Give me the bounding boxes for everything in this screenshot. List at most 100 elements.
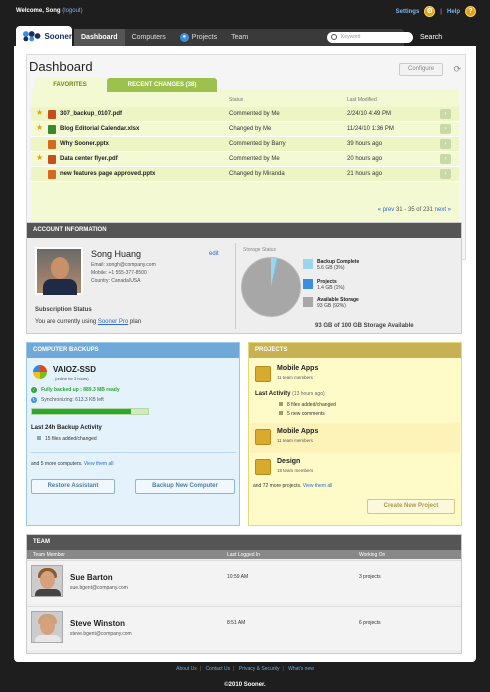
activity-item: 5 new comments <box>279 411 325 417</box>
project-members: 18 team members <box>277 468 314 473</box>
legend-available: Available Storage 93 GB (92%) <box>303 297 359 309</box>
copyright: ©2010 Sooner. <box>224 682 266 688</box>
welcome-label: Welcome, Song <box>16 8 61 14</box>
logo[interactable]: Sooner <box>16 26 72 46</box>
star-icon[interactable]: ★ <box>36 108 43 117</box>
legend-detail: 93 GB (92%) <box>317 303 346 309</box>
tab-projects-label: Projects <box>191 34 218 41</box>
nav-tabs: Dashboard Computers ● Projects Team Keywo… <box>74 29 442 46</box>
tab-team[interactable]: Team <box>224 29 255 46</box>
file-name[interactable]: Blog Editorial Calendar.xlsx <box>60 126 139 132</box>
logo-text: Sooner <box>44 31 72 41</box>
tab-recent-changes[interactable]: RECENT CHANGES (38) <box>107 78 217 92</box>
footer-separator: | <box>282 666 284 672</box>
search-input[interactable]: Keyword <box>327 32 413 43</box>
edit-link[interactable]: edit <box>209 251 219 257</box>
divider <box>235 243 236 329</box>
table-row[interactable]: Sue Barton sue.bgent@company.com 10:59 A… <box>27 560 461 604</box>
pdf-icon <box>48 110 56 119</box>
file-name[interactable]: Why Sooner.pptx <box>60 141 109 147</box>
footer-contact-link[interactable]: Contact Us <box>205 666 230 672</box>
member-name[interactable]: Steve Winston <box>70 619 125 628</box>
footer-whats-new-link[interactable]: What's new <box>288 666 314 672</box>
project-name[interactable]: Mobile Apps <box>277 428 318 435</box>
activity-item: 8 files added/changed <box>279 402 336 408</box>
settings-link[interactable]: Settings <box>396 9 420 15</box>
more-text: and 72 more projects. <box>253 483 302 489</box>
col-working: Working On <box>359 552 386 558</box>
pptx-icon <box>48 140 56 149</box>
main-nav: Sooner Dashboard Computers ● Projects Tea… <box>14 24 476 46</box>
project-name[interactable]: Design <box>277 458 300 465</box>
footer-separator: | <box>199 666 202 672</box>
arrow-icon[interactable]: › <box>440 154 451 164</box>
arrow-icon[interactable]: › <box>440 109 451 119</box>
computer-name[interactable]: VAIOZ-SSD <box>53 365 96 374</box>
file-date: 39 hours ago <box>347 141 383 147</box>
favorites-header: Status Last Modified <box>31 97 459 105</box>
file-name[interactable]: 307_backup_0107.pdf <box>60 111 122 117</box>
footer-about-link[interactable]: About Us <box>176 666 197 672</box>
avatar <box>31 565 63 597</box>
user-info: Email: songh@company.com Mobile: +1 555-… <box>91 261 156 285</box>
tab-favorites[interactable]: FAVORITES <box>35 78 105 92</box>
table-row[interactable]: ★ 307_backup_0107.pdf Commented by Me 2/… <box>31 107 459 122</box>
view-all-computers-link[interactable]: View them all <box>84 461 114 467</box>
member-name[interactable]: Sue Barton <box>70 573 113 582</box>
settings-icon[interactable]: ⚙ <box>424 6 436 17</box>
table-row[interactable]: Steve Winston steve.bgent@company.com 8:… <box>27 606 461 650</box>
arrow-icon[interactable]: › <box>440 139 451 149</box>
avatar <box>31 611 63 643</box>
pagination: « prev 31 - 35 of 231 next » <box>378 207 451 213</box>
star-icon[interactable]: ★ <box>36 123 43 132</box>
table-row[interactable]: Why Sooner.pptx Commented by Barry 39 ho… <box>31 137 459 152</box>
search-button[interactable]: Search <box>420 32 442 43</box>
create-project-button[interactable]: Create New Project <box>367 499 455 514</box>
arrow-icon[interactable]: › <box>440 169 451 179</box>
sync-icon: ↻ <box>31 397 37 403</box>
project-members: 11 team members <box>277 375 313 380</box>
view-all-projects-link[interactable]: View them all <box>303 483 333 489</box>
more-text: and 5 more computers. <box>31 461 83 467</box>
footer-separator: | <box>233 666 235 672</box>
file-name[interactable]: Data center flyer.pdf <box>60 156 118 162</box>
plan-link[interactable]: Sooner Pro <box>98 319 128 325</box>
pager-prev[interactable]: « prev <box>378 207 395 213</box>
file-date: 21 hours ago <box>347 171 383 177</box>
refresh-icon[interactable]: ⟳ <box>453 64 461 75</box>
computer-online: (online for 3 hours) <box>55 376 89 381</box>
file-name[interactable]: new features page approved.pptx <box>60 171 155 177</box>
help-icon[interactable]: ? <box>465 6 476 17</box>
member-working: 3 projects <box>359 574 381 580</box>
file-status: Commented by Me <box>229 111 280 117</box>
configure-button[interactable]: Configure <box>399 63 443 76</box>
table-row[interactable]: new features page approved.pptx Changed … <box>31 167 459 182</box>
project-activity-title: Last Activity (13 hours ago) <box>255 391 325 397</box>
tab-projects[interactable]: ● Projects <box>173 29 224 46</box>
table-row[interactable]: ★ Blog Editorial Calendar.xlsx Changed b… <box>31 122 459 137</box>
divider <box>31 452 236 453</box>
team-table-header: Team Member Last Logged In Working On <box>27 550 461 559</box>
project-name[interactable]: Mobile Apps <box>277 365 318 372</box>
activity-text: 15 files added/changed <box>45 436 97 442</box>
tab-dashboard[interactable]: Dashboard <box>74 29 125 46</box>
subscription-title: Subscription Status <box>35 307 92 313</box>
star-icon[interactable]: ★ <box>36 153 43 162</box>
pager-next[interactable]: next » <box>435 207 451 213</box>
team-heading: TEAM <box>27 535 461 550</box>
backup-new-computer-button[interactable]: Backup New Computer <box>135 479 235 494</box>
page-title: Dashboard <box>29 59 93 74</box>
help-link[interactable]: Help <box>447 9 460 15</box>
footer-privacy-link[interactable]: Privacy & Security <box>239 666 280 672</box>
tab-computers[interactable]: Computers <box>125 29 173 46</box>
file-status: Changed by Me <box>229 126 272 132</box>
check-icon: ✓ <box>31 387 37 393</box>
backup-status: Fully backed up : 889.3 MB ready <box>41 387 120 393</box>
legend-projects: Projects 1.4 GB (1%) <box>303 279 345 291</box>
restore-assistant-button[interactable]: Restore Assistant <box>31 479 115 494</box>
arrow-icon[interactable]: › <box>440 124 451 134</box>
logout-link[interactable]: (logout) <box>62 8 82 14</box>
more-projects: and 72 more projects. View them all <box>253 483 332 489</box>
table-row[interactable]: ★ Data center flyer.pdf Commented by Me … <box>31 152 459 167</box>
file-status: Changed by Miranda <box>229 171 285 177</box>
